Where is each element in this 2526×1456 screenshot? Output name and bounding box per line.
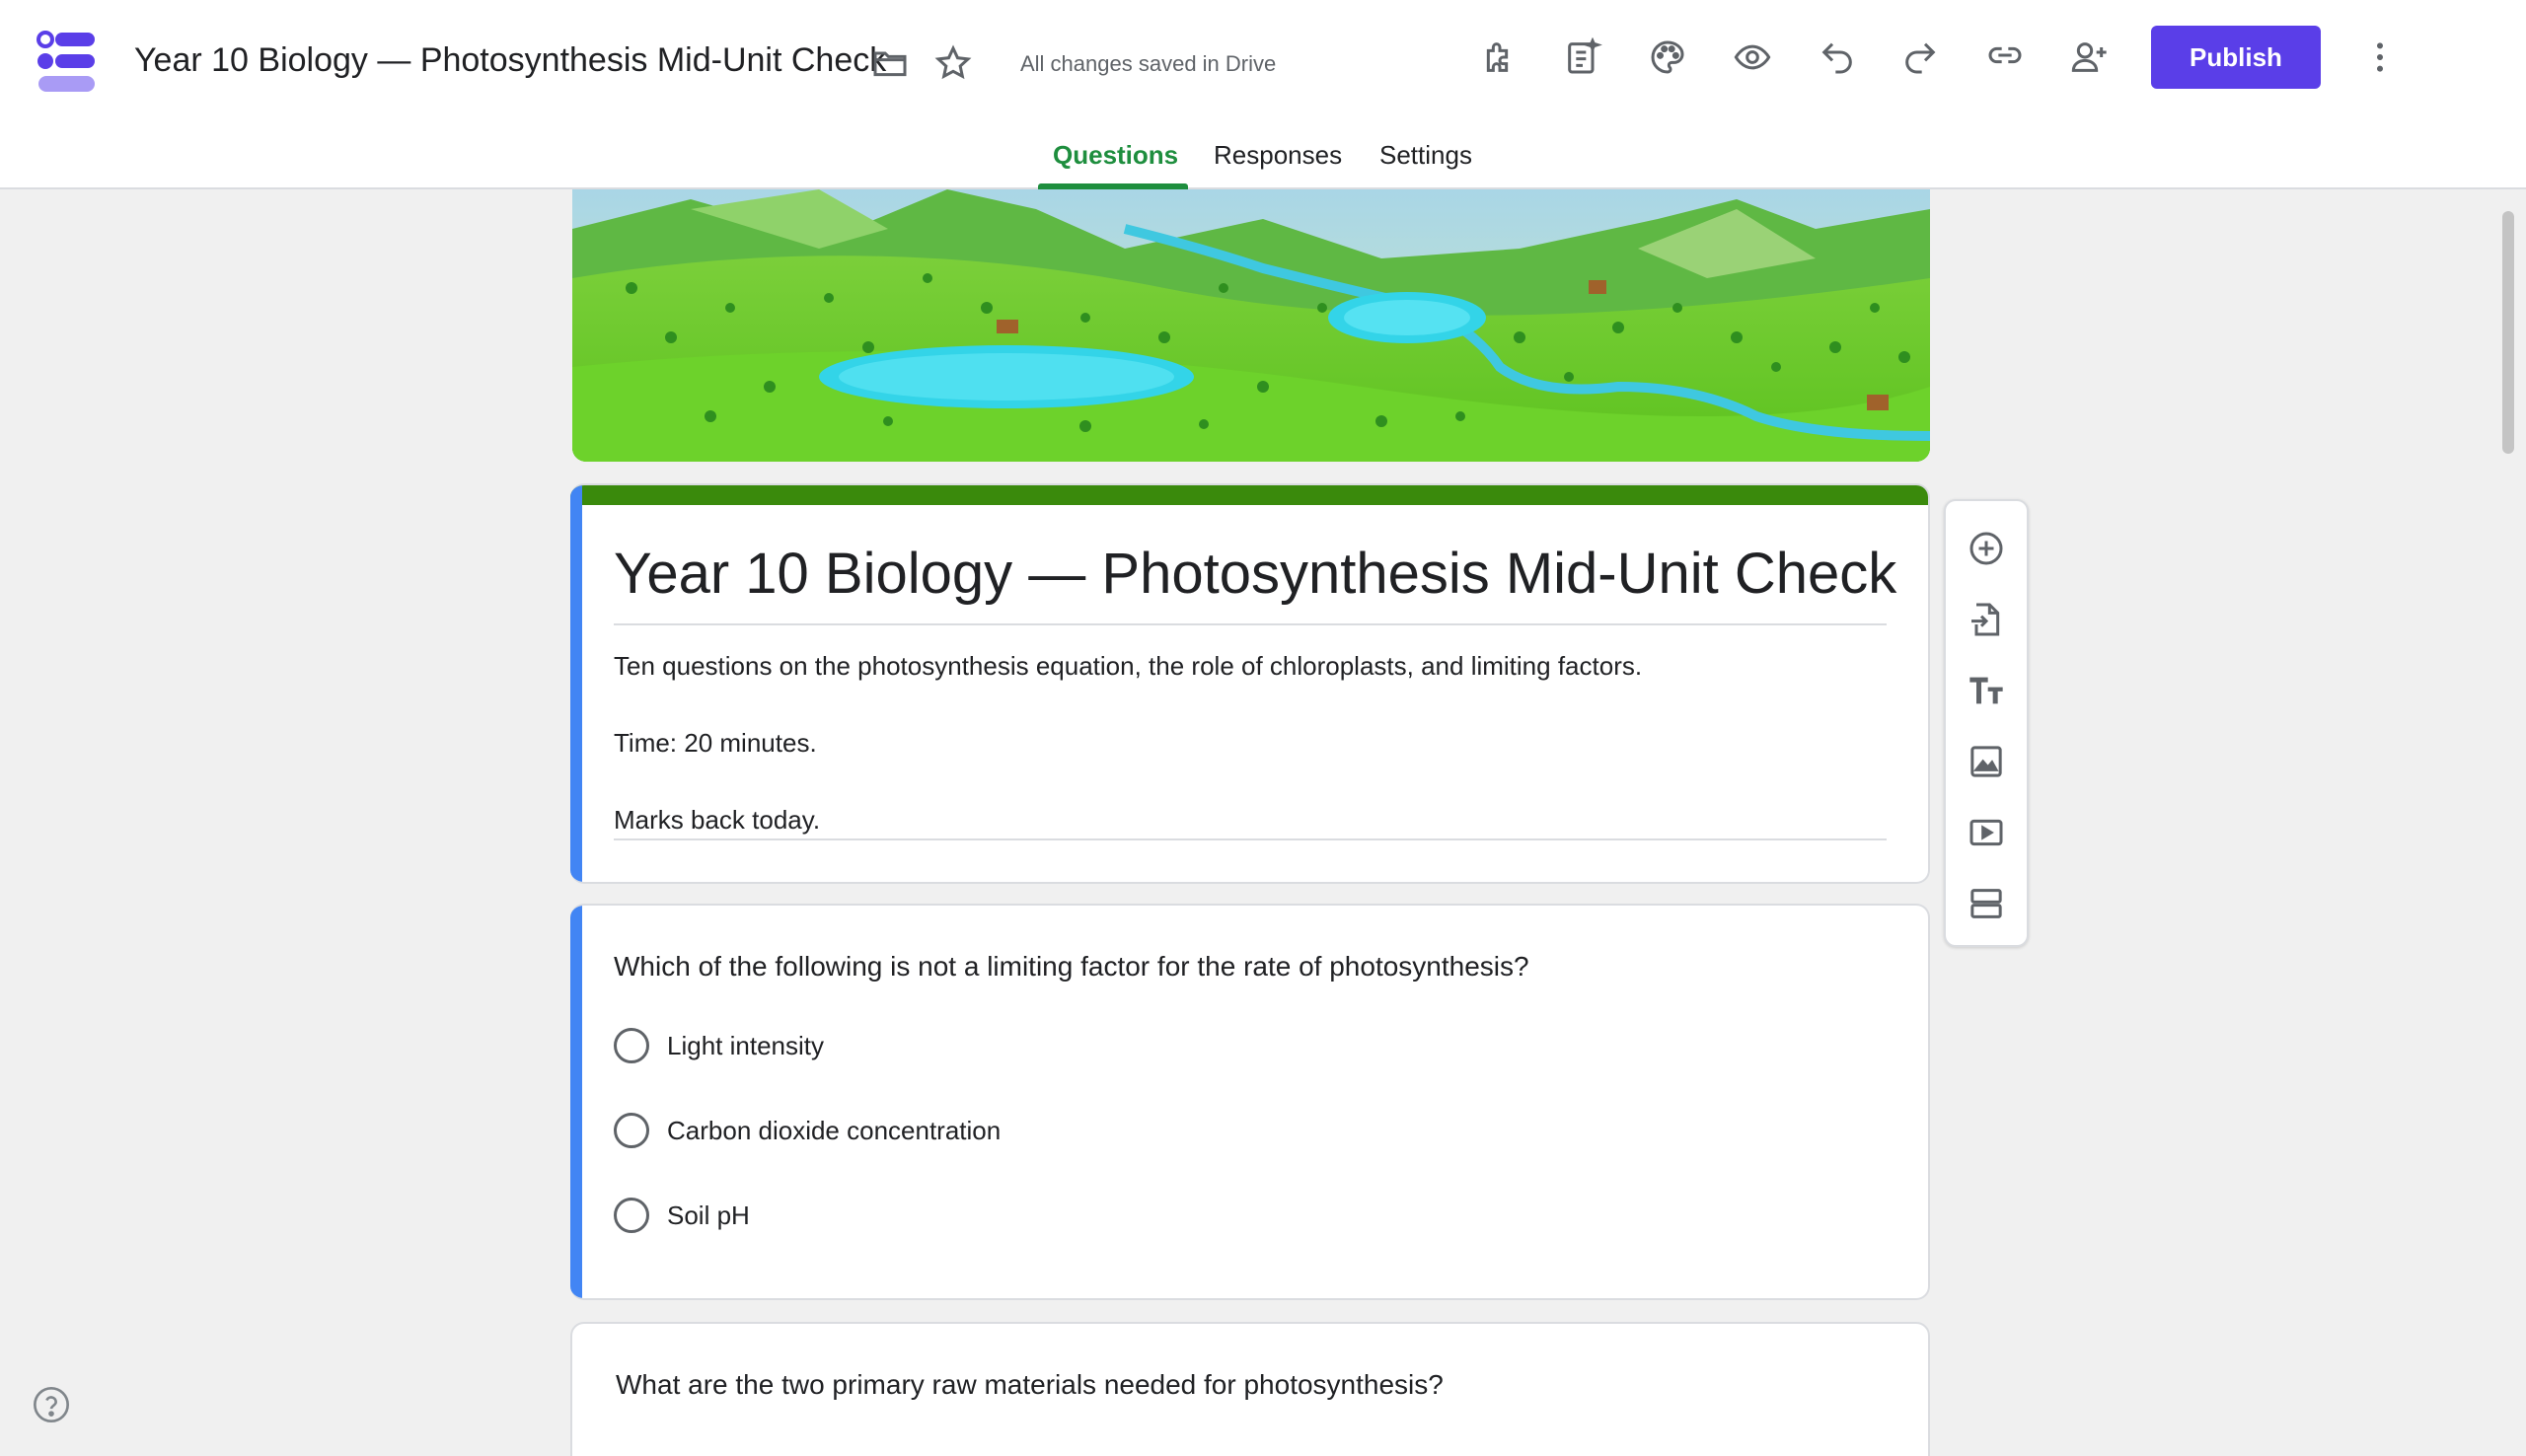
add-image-icon[interactable] [1959, 734, 2014, 789]
option-label[interactable]: Soil pH [667, 1201, 750, 1231]
add-collaborator-icon[interactable] [2062, 30, 2117, 85]
redo-icon[interactable] [1893, 30, 1948, 85]
option-row[interactable]: Light intensity [614, 1026, 824, 1065]
form-title[interactable]: Year 10 Biology — Photosynthesis Mid-Uni… [614, 541, 1896, 607]
app-header: Year 10 Biology — Photosynthesis Mid-Uni… [0, 0, 2526, 189]
add-question-icon[interactable] [1959, 521, 2014, 576]
ai-assist-icon[interactable] [1555, 30, 1610, 85]
add-section-icon[interactable] [1959, 876, 2014, 931]
title-underline [614, 623, 1887, 625]
option-label[interactable]: Light intensity [667, 1031, 824, 1061]
form-title-card[interactable]: Year 10 Biology — Photosynthesis Mid-Uni… [570, 483, 1930, 884]
document-title[interactable]: Year 10 Biology — Photosynthesis Mid-Uni… [134, 41, 886, 80]
description-underline [614, 838, 1887, 840]
more-options-icon[interactable] [2352, 30, 2408, 85]
option-label[interactable]: Carbon dioxide concentration [667, 1116, 1001, 1146]
save-status-text: All changes saved in Drive [1020, 51, 1277, 76]
active-card-indicator [570, 906, 582, 1298]
radio-button[interactable] [614, 1198, 649, 1233]
form-description-line[interactable]: Time: 20 minutes. [614, 728, 817, 759]
tab-questions[interactable]: Questions [1053, 140, 1178, 171]
help-icon[interactable] [32, 1385, 71, 1424]
undo-icon[interactable] [1810, 30, 1865, 85]
option-row[interactable]: Carbon dioxide concentration [614, 1111, 1001, 1150]
form-header-image[interactable] [572, 189, 1930, 462]
folder-icon[interactable] [862, 36, 918, 91]
import-questions-icon[interactable] [1959, 592, 2014, 647]
forms-logo-icon[interactable] [36, 30, 99, 93]
tab-responses[interactable]: Responses [1214, 140, 1342, 171]
option-row[interactable]: Soil pH [614, 1196, 750, 1235]
preview-icon[interactable] [1725, 30, 1780, 85]
view-tabs: Questions Responses Settings [0, 134, 2526, 189]
add-title-icon[interactable] [1959, 663, 2014, 718]
form-description-line[interactable]: Marks back today. [614, 805, 820, 836]
theme-color-bar [570, 485, 1928, 505]
star-icon[interactable] [926, 36, 981, 91]
question-text[interactable]: What are the two primary raw materials n… [616, 1369, 1444, 1401]
radio-button[interactable] [614, 1028, 649, 1063]
page-scrollbar[interactable] [2502, 211, 2514, 454]
form-description-line[interactable]: Ten questions on the photosynthesis equa… [614, 651, 1642, 682]
link-icon[interactable] [1977, 28, 2033, 83]
addons-icon[interactable] [1472, 30, 1527, 85]
question-text[interactable]: Which of the following is not a limiting… [614, 951, 1529, 983]
publish-button[interactable]: Publish [2151, 26, 2321, 89]
question-card[interactable]: What are the two primary raw materials n… [570, 1322, 1930, 1456]
radio-button[interactable] [614, 1113, 649, 1148]
palette-icon[interactable] [1640, 30, 1695, 85]
question-card[interactable]: Which of the following is not a limiting… [570, 904, 1930, 1300]
tab-settings[interactable]: Settings [1379, 140, 1472, 171]
floating-toolbar [1944, 499, 2029, 947]
add-video-icon[interactable] [1959, 805, 2014, 860]
active-card-indicator [570, 485, 582, 882]
